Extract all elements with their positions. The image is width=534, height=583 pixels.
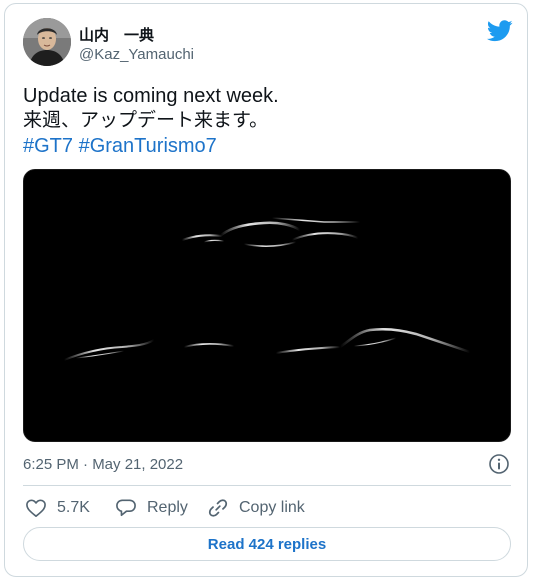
copy-link-button[interactable]: Copy link [207, 496, 305, 520]
like-button[interactable]: 5.7K [25, 496, 90, 520]
info-icon[interactable] [488, 453, 510, 475]
copy-link-label: Copy link [239, 499, 305, 516]
heart-icon [26, 499, 46, 517]
tweet-card: 山内 一典 @Kaz_Yamauchi Update is coming nex… [4, 3, 528, 577]
hashtag-granturismo7[interactable]: #GranTurismo7 [79, 135, 217, 157]
reply-icon [116, 499, 136, 517]
divider [23, 485, 511, 486]
link-icon [208, 499, 228, 517]
author-name[interactable]: 山内 一典 [79, 24, 154, 45]
hashtag-gt7[interactable]: #GT7 [23, 135, 73, 157]
timestamp[interactable]: 6:25 PM · May 21, 2022 [23, 456, 183, 473]
tweet-text-en: Update is coming next week. [23, 85, 279, 107]
media-image[interactable] [23, 169, 511, 442]
hashtag-row: #GT7 #GranTurismo7 [23, 134, 217, 158]
author-handle[interactable]: @Kaz_Yamauchi [79, 46, 194, 63]
like-count: 5.7K [57, 499, 90, 516]
avatar[interactable] [23, 18, 71, 66]
tweet-text-ja: 来週、アップデート来ます。 [23, 109, 269, 131]
reply-button[interactable]: Reply [115, 496, 188, 520]
reply-label: Reply [147, 499, 188, 516]
read-replies-button[interactable]: Read 424 replies [23, 527, 511, 561]
twitter-bird-icon[interactable] [486, 20, 513, 42]
